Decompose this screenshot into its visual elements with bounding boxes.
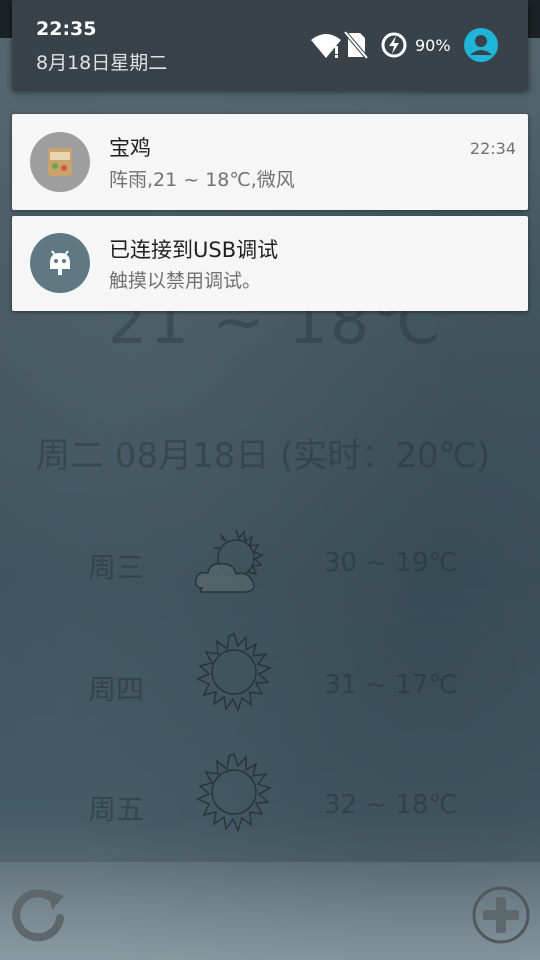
notification-title: 已连接到USB调试 <box>109 238 279 262</box>
notification-weather[interactable]: 宝鸡 阵雨,21 ~ 18℃,微风 22:34 <box>12 114 528 210</box>
weather-app-icon <box>30 132 90 192</box>
refresh-icon[interactable] <box>8 884 70 946</box>
bottom-toolbar <box>0 862 540 960</box>
battery-percent: 90% <box>415 36 451 55</box>
notification-title: 宝鸡 <box>109 136 151 160</box>
no-sim-icon <box>343 30 369 60</box>
wifi-icon <box>311 34 341 58</box>
date[interactable]: 8月18日星期二 <box>36 48 167 75</box>
notification-usb-debug[interactable]: 已连接到USB调试 触摸以禁用调试。 <box>12 216 528 311</box>
notification-text: 阵雨,21 ~ 18℃,微风 <box>109 169 295 191</box>
account-icon[interactable] <box>464 28 498 62</box>
clock: 22:35 <box>36 18 97 40</box>
notification-text: 触摸以禁用调试。 <box>109 270 262 292</box>
battery-charging-icon <box>381 32 407 58</box>
android-debug-icon <box>30 233 90 293</box>
notification-time: 22:34 <box>469 139 516 158</box>
notification-header: 22:35 8月18日星期二 90% <box>12 0 528 90</box>
add-icon[interactable] <box>470 884 532 946</box>
